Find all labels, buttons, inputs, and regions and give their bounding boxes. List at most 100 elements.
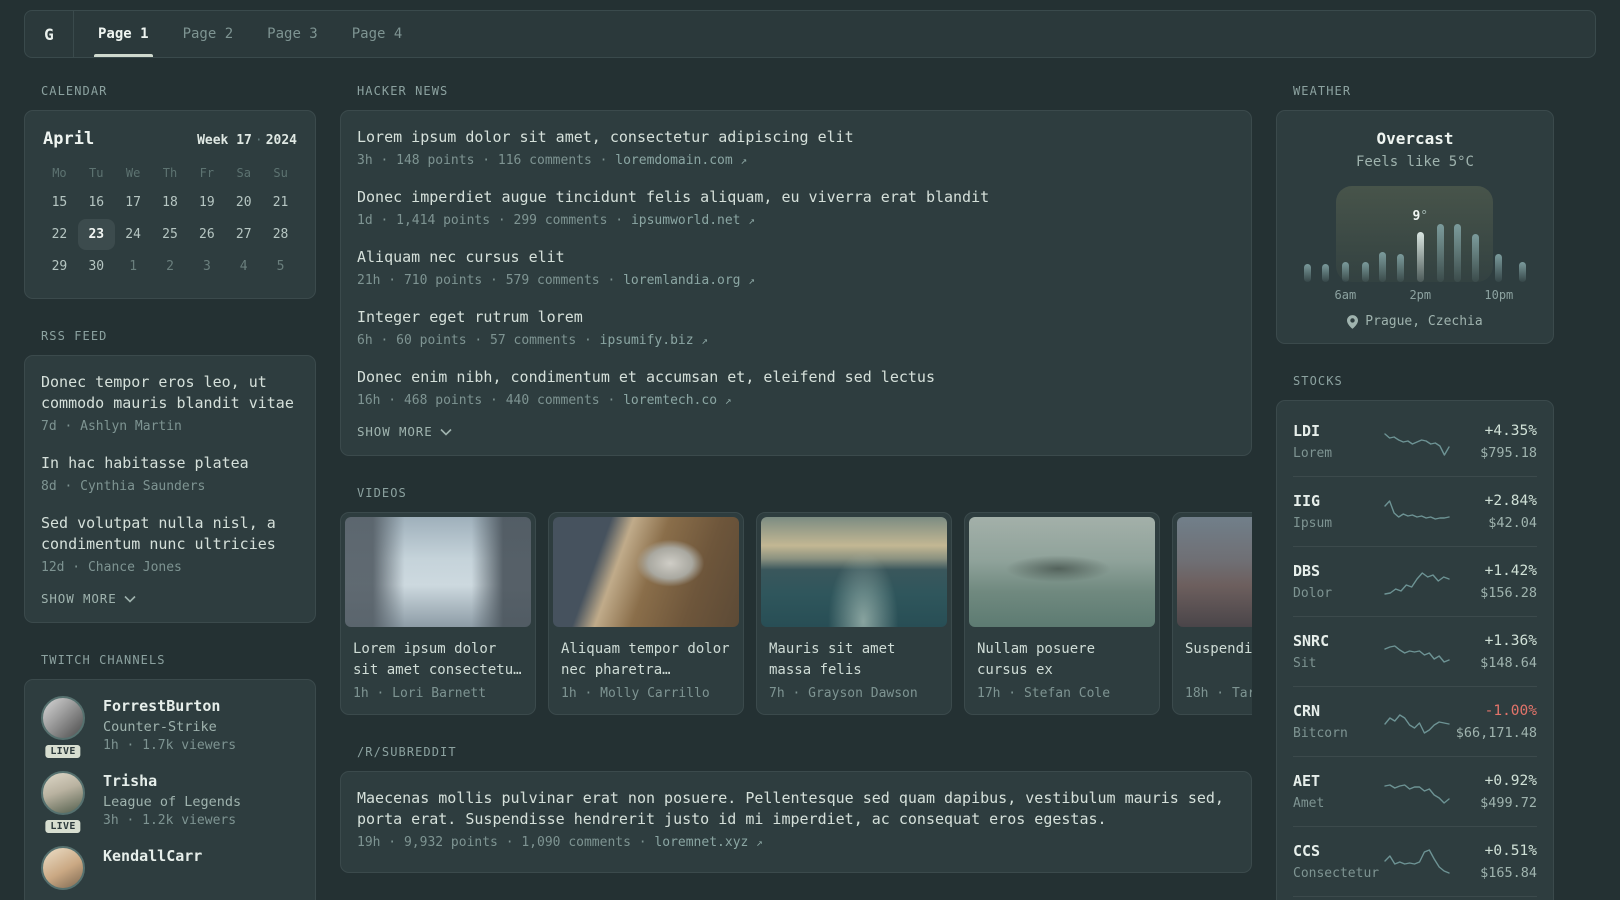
twitch-channel-row[interactable]: LIVE Trisha League of Legends 3h · 1.2k vie… [41,771,299,835]
weather-widget: Overcast Feels like 5°C 6am 2pm 9° 10pm Pra… [1276,110,1554,344]
stock-change: +1.42% [1484,562,1537,579]
stock-row[interactable]: CCS Consectetur +0.51% $165.84 [1293,827,1537,897]
subreddit-item: Maecenas mollis pulvinar erat non posuer… [357,788,1235,852]
hn-item-domain[interactable]: loremlandia.org [623,273,748,288]
rss-item-title[interactable]: Sed volutpat nulla nisl, a condimentum n… [41,513,299,555]
nav-tabs: Page 1 Page 2 Page 3 Page 4 [74,11,404,57]
subreddit-item-domain[interactable]: loremnet.xyz [654,835,756,850]
weather-chart: 6am 2pm 9° 10pm [1299,184,1531,302]
tab-page-2[interactable]: Page 2 [181,11,236,57]
weather-bar [1416,232,1424,282]
hn-item-meta: 21h · 710 points · 579 comments · loreml… [357,273,755,288]
calendar-day: 18 [162,195,178,210]
weather-time-tick: 2pm [1409,288,1432,302]
chevron-down-icon [440,428,452,436]
rss-widget: Donec tempor eros leo, ut commodo mauris… [24,355,316,623]
hn-item-domain[interactable]: loremtech.co [623,393,725,408]
stock-sparkline [1384,775,1450,809]
rss-item-title[interactable]: In hac habitasse platea [41,453,299,474]
hn-item-title[interactable]: Aliquam nec cursus elit [357,247,1235,268]
hn-item-title[interactable]: Donec imperdiet augue tincidunt felis al… [357,187,1235,208]
twitch-channel-game: League of Legends [103,794,242,810]
stock-values: +1.42% $156.28 [1450,563,1537,601]
video-card[interactable]: Mauris sit amet massa felis 7h · Grayson … [756,512,952,715]
stock-row[interactable]: AET Amet +0.92% $499.72 [1293,757,1537,827]
twitch-avatar-wrap: LIVE [41,771,85,835]
hn-show-more-button[interactable]: SHOW MORE [357,424,1235,439]
stock-sparkline [1384,635,1450,669]
rss-item-title[interactable]: Donec tempor eros leo, ut commodo mauris… [41,372,299,414]
stock-row[interactable]: SNRC Sit +1.36% $148.64 [1293,617,1537,687]
hackernews-section: HACKER NEWS Lorem ipsum dolor sit amet, … [340,84,1252,456]
weather-chart-column [1467,184,1485,302]
twitch-channel-info: KendallCarr [103,846,202,890]
stock-name: Bitcorn [1293,726,1348,741]
weather-chart-column [1392,184,1410,302]
external-link-icon: ↗ [724,394,732,407]
hn-item-domain[interactable]: ipsumify.biz [600,333,702,348]
stock-name: Sit [1293,656,1317,671]
hn-item-title[interactable]: Integer eget rutrum lorem [357,307,1235,328]
video-card-body: Mauris sit amet massa felis 7h · Grayson … [757,631,951,714]
weather-bar [1341,262,1349,282]
weather-bar [1361,262,1369,282]
video-card[interactable]: Lorem ipsum dolor sit amet consectetu… 1h… [340,512,536,715]
hn-item-title[interactable]: Lorem ipsum dolor sit amet, consectetur … [357,127,1235,148]
stock-change: +0.51% [1484,842,1537,859]
weather-chart-column [1513,184,1531,302]
weather-section: WEATHER Overcast Feels like 5°C 6am 2pm 9°… [1276,84,1554,344]
stock-row[interactable]: DBS Dolor +1.42% $156.28 [1293,547,1537,617]
video-card[interactable]: Nullam posuere cursus ex 17h · Stefan Col… [964,512,1160,715]
twitch-channel-name: ForrestBurton [103,697,221,715]
videos-section: VIDEOS Lorem ipsum dolor sit amet consec… [340,486,1252,715]
rss-item: In hac habitasse platea 8d · Cynthia Saun… [41,453,299,496]
calendar-day: 21 [272,195,289,210]
rss-item-meta: 12d · Chance Jones [41,560,182,575]
rss-show-more-button[interactable]: SHOW MORE [41,591,299,606]
external-link-icon: ↗ [701,334,709,347]
video-title: Nullam posuere cursus ex [977,641,1096,678]
weather-bar [1379,252,1387,282]
live-badge: LIVE [43,743,83,760]
hn-item: Integer eget rutrum lorem 6h · 60 points … [357,307,1235,350]
stock-row[interactable]: CRN Bitcorn -1.00% $66,171.48 [1293,687,1537,757]
left-column: CALENDAR April Week 17 · 2024 Mo Tu We Th Fr Sa… [24,84,316,900]
twitch-channel-row[interactable]: KendallCarr [41,846,299,890]
external-link-icon: ↗ [740,154,748,167]
stock-sparkline [1384,705,1450,739]
tab-page-1[interactable]: Page 1 [94,11,153,57]
hn-item-title[interactable]: Donec enim nibh, condimentum et accumsan… [357,367,1235,388]
video-meta: 7h · Grayson Dawson [769,686,918,701]
weather-chart-column [1356,184,1374,302]
stock-price: $156.28 [1480,584,1537,601]
external-link-icon: ↗ [748,274,755,287]
stock-row[interactable]: IIG Ipsum +2.84% $42.04 [1293,477,1537,547]
stock-price: $499.72 [1480,794,1537,811]
weather-peak-temp: 9° [1412,209,1429,224]
subreddit-item-title[interactable]: Maecenas mollis pulvinar erat non posuer… [357,788,1235,830]
external-link-icon: ↗ [756,836,763,849]
twitch-channel-row[interactable]: LIVE ForrestBurton Counter-Strike 1h · 1.7k… [41,696,299,760]
stock-name: Ipsum [1293,516,1333,531]
calendar-day: 30 [88,259,105,274]
top-nav: G Page 1 Page 2 Page 3 Page 4 [24,10,1596,58]
hn-item-domain[interactable]: ipsumworld.net [631,213,748,228]
calendar-day: 28 [272,227,289,242]
tab-page-4[interactable]: Page 4 [350,11,405,57]
weather-time-tick: 10pm [1484,288,1514,302]
stock-symbol: LDI [1293,422,1321,440]
weather-bar [1454,224,1462,282]
hn-item-domain[interactable]: loremdomain.com [615,153,740,168]
calendar-weekday: Tu [89,166,104,180]
app-logo[interactable]: G [25,11,74,57]
stock-row[interactable]: LDI Lorem +4.35% $795.18 [1293,407,1537,477]
video-card[interactable]: Aliquam tempor dolor nec pharetra… 1h · M… [548,512,744,715]
video-card[interactable]: Suspendisse diam 18h · Tara [1172,512,1252,715]
calendar-month: April [43,129,95,149]
stock-values: +2.84% $42.04 [1450,493,1537,531]
calendar-section: CALENDAR April Week 17 · 2024 Mo Tu We Th Fr Sa… [24,84,316,299]
section-title-calendar: CALENDAR [41,84,108,98]
tab-page-3[interactable]: Page 3 [265,11,320,57]
weather-bar [1304,264,1312,282]
stock-values: -1.00% $66,171.48 [1450,703,1537,741]
